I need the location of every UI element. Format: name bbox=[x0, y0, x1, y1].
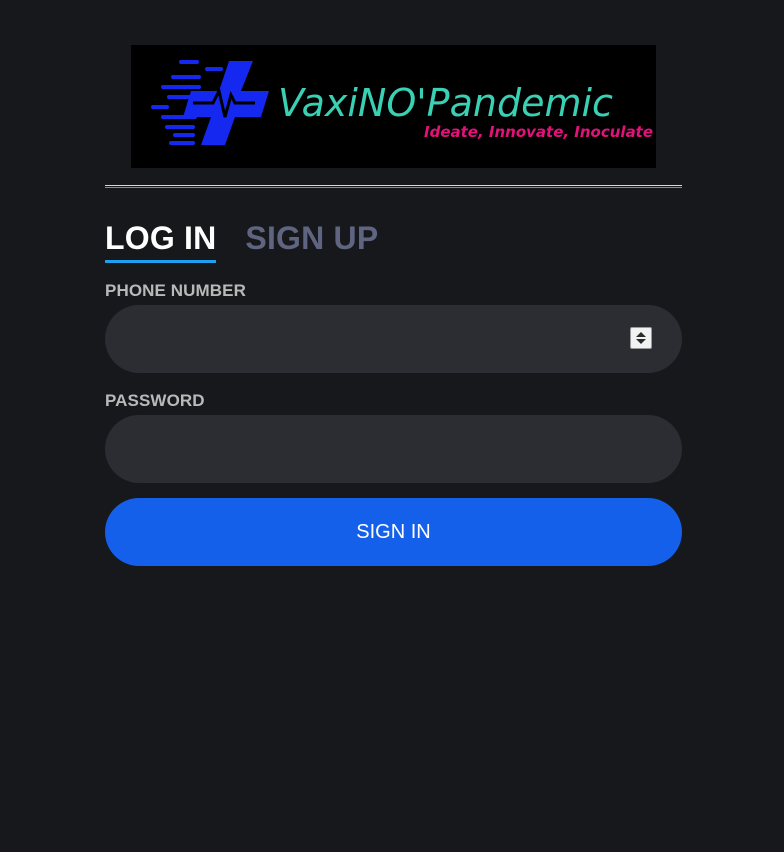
sign-in-button-label: SIGN IN bbox=[356, 520, 431, 543]
password-label: PASSWORD bbox=[105, 391, 205, 410]
number-spinner-icon[interactable] bbox=[630, 327, 652, 349]
logo-tagline-text: Ideate, Innovate, Inoculate bbox=[424, 123, 653, 141]
tab-log-in[interactable]: LOG IN bbox=[105, 218, 217, 263]
spinner-up-icon[interactable] bbox=[636, 332, 646, 337]
medical-cross-pulse-icon bbox=[183, 61, 269, 145]
auth-tabs: LOG IN SIGN UP bbox=[105, 218, 378, 263]
app-logo: VaxiNO'Pandemic Ideate, Innovate, Inocul… bbox=[131, 45, 656, 168]
header-divider bbox=[105, 185, 682, 188]
logo-brand-text: VaxiNO'Pandemic bbox=[278, 81, 613, 125]
password-field[interactable] bbox=[105, 415, 682, 483]
spinner-down-icon[interactable] bbox=[636, 339, 646, 344]
sign-in-button[interactable]: SIGN IN bbox=[105, 498, 682, 566]
phone-number-field[interactable] bbox=[105, 305, 682, 373]
tab-sign-up[interactable]: SIGN UP bbox=[245, 218, 378, 258]
phone-number-label: PHONE NUMBER bbox=[105, 281, 246, 300]
logo-graphic: VaxiNO'Pandemic Ideate, Innovate, Inocul… bbox=[151, 60, 653, 145]
